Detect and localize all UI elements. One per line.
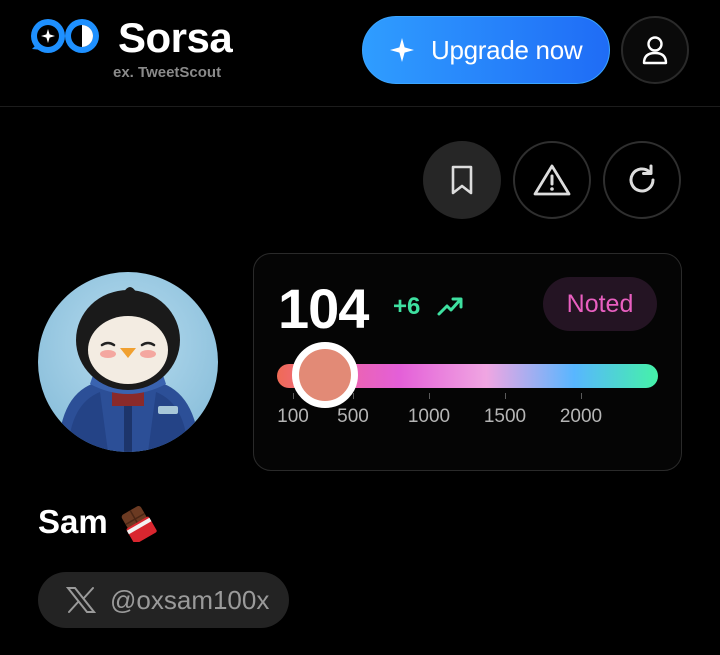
sparkle-icon bbox=[390, 38, 414, 62]
bookmark-button[interactable] bbox=[423, 141, 501, 219]
x-handle-text: @oxsam100x bbox=[110, 584, 270, 615]
user-name: Sam bbox=[38, 502, 158, 542]
brand-name[interactable]: Sorsa bbox=[118, 14, 233, 62]
penguin-avatar-image bbox=[58, 287, 200, 452]
scale-tick bbox=[505, 393, 506, 399]
bookmark-icon bbox=[451, 165, 473, 195]
status-badge: Noted bbox=[543, 277, 657, 331]
upgrade-button-label: Upgrade now bbox=[431, 34, 583, 65]
report-button[interactable] bbox=[513, 141, 591, 219]
scale-label: 2000 bbox=[559, 406, 603, 427]
score-card: 104 +6 Noted 100 500 1000 1500 2000 bbox=[253, 253, 682, 471]
scale-label: 100 bbox=[277, 406, 309, 427]
score-value: 104 bbox=[278, 277, 369, 340]
score-scale-knob bbox=[292, 342, 358, 408]
profile-avatar[interactable] bbox=[38, 272, 218, 452]
user-name-text: Sam bbox=[38, 503, 108, 540]
scale-tick bbox=[429, 393, 430, 399]
refresh-button[interactable] bbox=[603, 141, 681, 219]
refresh-icon bbox=[629, 164, 655, 193]
trending-up-icon bbox=[437, 297, 463, 316]
user-icon bbox=[642, 36, 668, 65]
sorsa-logo-icon[interactable] bbox=[30, 16, 102, 56]
warning-triangle-icon bbox=[533, 164, 571, 196]
scale-label: 1000 bbox=[407, 406, 451, 427]
scale-tick bbox=[581, 393, 582, 399]
score-delta: +6 bbox=[393, 293, 421, 320]
x-handle-link[interactable]: @oxsam100x bbox=[38, 572, 289, 628]
x-logo-icon bbox=[66, 587, 96, 613]
chocolate-bar-icon bbox=[121, 505, 157, 542]
account-button[interactable] bbox=[621, 16, 689, 84]
upgrade-button[interactable]: Upgrade now bbox=[362, 16, 610, 84]
scale-label: 1500 bbox=[483, 406, 527, 427]
scale-tick bbox=[353, 393, 354, 399]
brand-subtitle: ex. TweetScout bbox=[113, 64, 222, 81]
scale-tick bbox=[293, 393, 294, 399]
scale-label: 500 bbox=[337, 406, 369, 427]
top-header: Sorsa ex. TweetScout Upgrade now bbox=[0, 0, 720, 107]
